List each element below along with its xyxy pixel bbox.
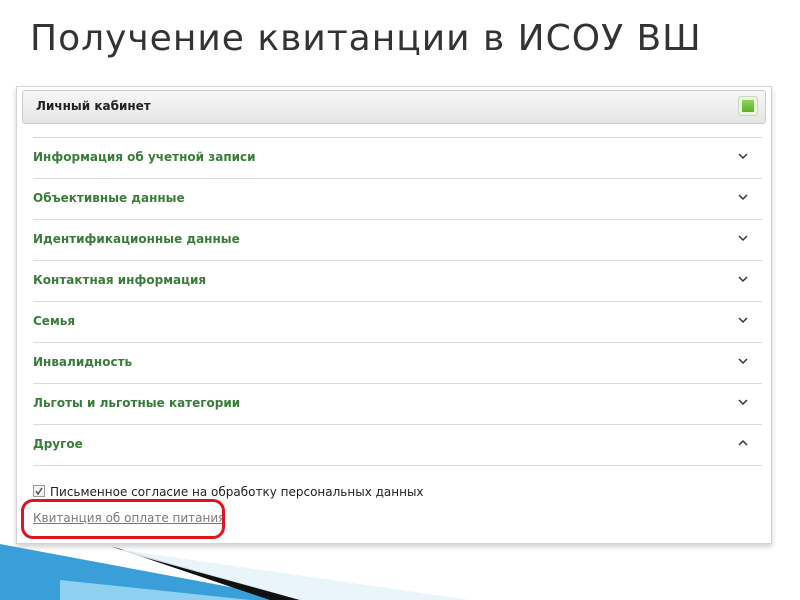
chevron-down-icon [738,358,748,365]
highlight-annotation [21,499,225,539]
accordion-item-identification-data[interactable]: Идентификационные данные [33,220,762,261]
green-square-icon [742,100,754,112]
chevron-up-icon [738,439,748,446]
accordion-item-label: Другое [33,437,83,451]
accordion-item-benefits[interactable]: Льготы и льготные категории [33,384,762,425]
accordion-item-contact-info[interactable]: Контактная информация [33,261,762,302]
consent-label: Письменное согласие на обработку персона… [50,485,424,499]
panel-header: Личный кабинет [22,90,766,124]
accordion-item-label: Информация об учетной записи [33,150,256,164]
accordion-item-label: Семья [33,314,76,328]
panel-title: Личный кабинет [36,99,151,113]
consent-checkbox[interactable] [33,485,45,497]
chevron-down-icon [738,276,748,283]
slide-title: Получение квитанции в ИСОУ ВШ [30,18,702,59]
chevron-down-icon [738,194,748,201]
accordion-item-disability[interactable]: Инвалидность [33,343,762,384]
chevron-down-icon [738,317,748,324]
accordion-item-account-info[interactable]: Информация об учетной записи [33,138,762,179]
chevron-down-icon [738,153,748,160]
checkmark-icon [35,487,43,496]
accordion-item-family[interactable]: Семья [33,302,762,343]
accordion: Информация об учетной записи Объективные… [33,137,762,466]
accordion-item-label: Льготы и льготные категории [33,396,241,410]
slide-corner-decoration [0,544,470,600]
green-square-button[interactable] [738,96,758,116]
chevron-down-icon [738,235,748,242]
accordion-item-objective-data[interactable]: Объективные данные [33,179,762,220]
accordion-item-label: Идентификационные данные [33,232,240,246]
consent-row: Письменное согласие на обработку персона… [33,485,424,499]
accordion-item-other[interactable]: Другое [33,425,762,466]
accordion-item-label: Объективные данные [33,191,185,205]
accordion-item-label: Контактная информация [33,273,207,287]
accordion-item-label: Инвалидность [33,355,133,369]
personal-account-panel: Личный кабинет Информация об учетной зап… [16,86,772,544]
chevron-down-icon [738,399,748,406]
